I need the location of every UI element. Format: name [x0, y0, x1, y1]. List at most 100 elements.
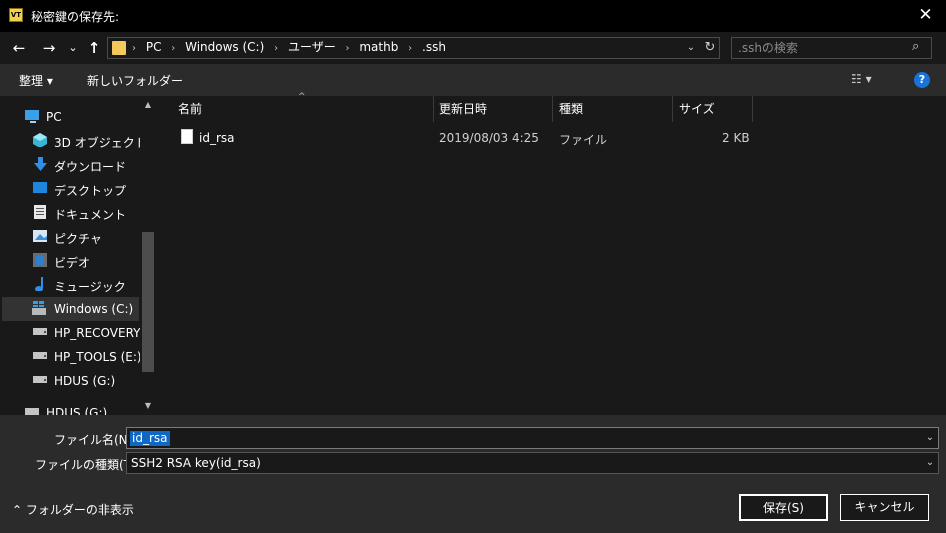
column-header-modified[interactable]: 更新日時	[439, 96, 487, 122]
nav-item-windows-c[interactable]: Windows (C:)	[2, 297, 139, 321]
help-icon[interactable]: ?	[914, 72, 930, 88]
forward-arrow-icon[interactable]: →	[38, 38, 60, 58]
drive-icon	[33, 328, 47, 335]
filename-field[interactable]: id_rsa ⌄	[126, 427, 939, 449]
file-list-pane[interactable]: ^ 名前 更新日時 種類 サイズ id_rsa 2019/08/03 4:25 …	[160, 92, 946, 415]
nav-item-label: HDUS (G:)	[46, 406, 108, 415]
teraterm-app-icon: VT	[9, 8, 23, 22]
nav-item-label: デスクトップ	[54, 184, 127, 198]
scrollbar-thumb[interactable]	[142, 232, 154, 372]
desktop-icon	[33, 182, 47, 193]
filename-dropdown-chevron-icon[interactable]: ⌄	[923, 428, 937, 448]
search-input[interactable]	[738, 39, 906, 57]
breadcrumb-separator: ›	[408, 43, 413, 54]
nav-item-label: ピクチャ	[54, 232, 102, 246]
back-arrow-icon[interactable]: ←	[8, 38, 30, 58]
nav-item-label: ドキュメント	[54, 208, 127, 222]
file-name: id_rsa	[199, 131, 235, 145]
scroll-up-arrow-icon[interactable]: ▲	[142, 100, 154, 109]
hide-folders-toggle[interactable]: ⌃ フォルダーの非表示	[12, 501, 134, 518]
filename-input-value[interactable]: id_rsa	[130, 431, 170, 446]
drive-icon	[33, 352, 47, 359]
command-toolbar: 整理 ▾ 新しいフォルダー ☷ ▾ ?	[0, 64, 946, 96]
window-title: 秘密鍵の保存先:	[31, 10, 120, 24]
pictures-icon	[33, 230, 47, 242]
breadcrumb-separator: ›	[345, 43, 350, 54]
nav-item-label: HP_RECOVERY (I	[54, 326, 153, 340]
filetype-dropdown-chevron-icon[interactable]: ⌄	[923, 453, 937, 473]
nav-item-label: 3D オブジェクト	[54, 136, 147, 150]
file-type: ファイル	[559, 133, 608, 147]
column-divider[interactable]	[433, 96, 434, 122]
nav-item-label: Windows (C:)	[54, 302, 134, 316]
breadcrumb-separator: ›	[171, 43, 176, 54]
column-header-type[interactable]: 種類	[559, 96, 583, 122]
nav-item-hdus-g[interactable]: HDUS (G:)	[2, 369, 139, 393]
nav-item-label: ダウンロード	[54, 160, 127, 174]
pc-icon	[25, 110, 39, 123]
breadcrumb-separator: ›	[274, 43, 279, 54]
windows-drive-icon	[32, 301, 46, 315]
breadcrumb-users[interactable]: ユーザー	[288, 40, 336, 54]
address-dropdown-chevron-icon[interactable]: ⌄	[684, 38, 698, 58]
filetype-label: ファイルの種類(T):	[35, 458, 140, 472]
new-folder-button[interactable]: 新しいフォルダー	[87, 72, 183, 89]
organize-menu-button[interactable]: 整理 ▾	[19, 72, 53, 89]
breadcrumb-windows-c[interactable]: Windows (C:)	[185, 40, 264, 54]
nav-item-hp-tools[interactable]: HP_TOOLS (E:)	[2, 345, 142, 369]
navpane-scrollbar[interactable]: ▲ ▼	[140, 96, 157, 415]
column-header-size[interactable]: サイズ	[679, 96, 715, 122]
column-divider[interactable]	[672, 96, 673, 122]
downloads-icon	[34, 157, 47, 171]
breadcrumb: › PC › Windows (C:) › ユーザー › mathb › .ss…	[132, 38, 452, 58]
nav-item-label: PC	[46, 110, 62, 124]
drive-icon	[33, 376, 47, 383]
file-icon	[181, 129, 193, 144]
nav-item-desktop[interactable]: デスクトップ	[2, 177, 139, 201]
nav-item-music[interactable]: ミュージック	[2, 273, 139, 297]
nav-item-label: ミュージック	[54, 280, 126, 294]
recent-locations-chevron-icon[interactable]: ⌄	[66, 38, 80, 58]
nav-item-hp-recovery[interactable]: HP_RECOVERY (I	[2, 321, 153, 345]
nav-item-hdus-g-network[interactable]: HDUS (G:)	[2, 401, 139, 415]
column-divider[interactable]	[552, 96, 553, 122]
3d-objects-icon	[33, 133, 47, 147]
nav-item-label: HP_TOOLS (E:)	[54, 350, 142, 364]
breadcrumb-ssh[interactable]: .ssh	[422, 40, 446, 54]
videos-icon	[33, 253, 47, 267]
filetype-select[interactable]: SSH2 RSA key(id_rsa) ⌄	[126, 452, 939, 474]
refresh-icon[interactable]: ↻	[702, 38, 718, 58]
up-arrow-icon[interactable]: ↑	[84, 38, 104, 58]
column-divider[interactable]	[752, 96, 753, 122]
documents-icon	[34, 205, 46, 219]
nav-item-label: HDUS (G:)	[54, 374, 116, 388]
address-bar[interactable]: › PC › Windows (C:) › ユーザー › mathb › .ss…	[107, 37, 720, 59]
cancel-button[interactable]: キャンセル	[840, 494, 929, 521]
nav-item-videos[interactable]: ビデオ	[2, 249, 139, 273]
search-box[interactable]: ⌕	[731, 37, 932, 59]
filename-label: ファイル名(N):	[54, 433, 137, 447]
nav-item-label: ビデオ	[54, 256, 91, 270]
nav-item-3d-objects[interactable]: 3D オブジェクト	[2, 129, 147, 153]
breadcrumb-separator: ›	[132, 43, 136, 54]
nav-item-documents[interactable]: ドキュメント	[2, 201, 139, 225]
navigation-pane[interactable]: PC 3D オブジェクト ダウンロード デスクトップ ドキュメント ピクチャ ビ…	[0, 96, 160, 415]
search-icon[interactable]: ⌕	[912, 39, 919, 54]
breadcrumb-mathb[interactable]: mathb	[359, 40, 398, 54]
scroll-down-arrow-icon[interactable]: ▼	[142, 401, 154, 410]
music-icon	[35, 277, 43, 291]
save-button[interactable]: 保存(S)	[739, 494, 828, 521]
filetype-selected-value: SSH2 RSA key(id_rsa)	[131, 456, 261, 470]
nav-item-pictures[interactable]: ピクチャ	[2, 225, 139, 249]
breadcrumb-pc[interactable]: PC	[146, 40, 162, 54]
nav-item-downloads[interactable]: ダウンロード	[2, 153, 139, 177]
file-modified: 2019/08/03 4:25	[439, 131, 539, 145]
navigation-bar: ← → ⌄ ↑ › PC › Windows (C:) › ユーザー › mat…	[0, 32, 946, 64]
view-options-button[interactable]: ☷ ▾	[851, 72, 872, 86]
save-panel: ファイル名(N): id_rsa ⌄ ファイルの種類(T): SSH2 RSA …	[0, 415, 946, 533]
nav-item-pc[interactable]: PC	[2, 105, 139, 129]
column-header-name[interactable]: 名前	[178, 96, 202, 122]
folder-icon	[112, 41, 126, 55]
file-row[interactable]: id_rsa 2019/08/03 4:25 ファイル 2 KB	[170, 126, 910, 150]
close-button[interactable]: ✕	[905, 0, 946, 32]
